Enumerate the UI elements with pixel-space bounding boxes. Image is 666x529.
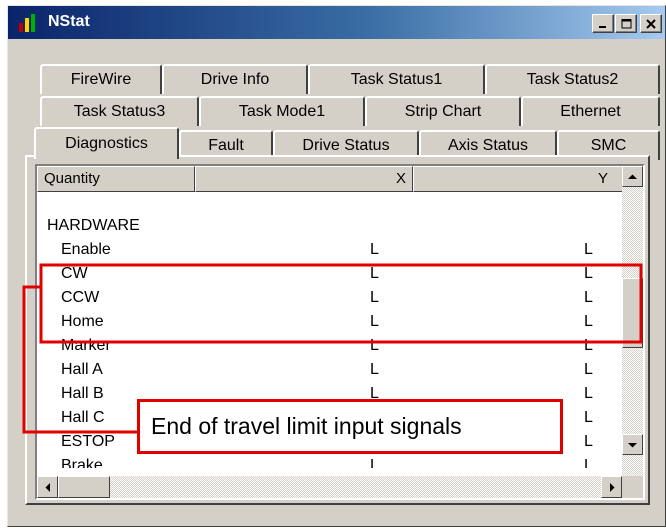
close-icon	[646, 18, 656, 29]
table-row[interactable]: Brake L L	[37, 454, 622, 468]
row-quantity: Hall A	[61, 361, 103, 378]
tab-task-status3[interactable]: Task Status3	[40, 96, 199, 126]
row-y-value: L	[584, 289, 593, 306]
callout-label: End of travel limit input signals	[137, 399, 563, 454]
scroll-down-arrow-icon	[628, 442, 637, 447]
row-y-value: L	[584, 313, 593, 330]
tab-diagnostics[interactable]: Diagnostics	[34, 127, 179, 159]
maximize-button[interactable]	[615, 14, 637, 33]
row-quantity: Marker	[61, 337, 111, 354]
table-row[interactable]: Marker L L	[37, 334, 622, 358]
row-quantity: Home	[61, 313, 104, 330]
row-x-value: L	[370, 265, 379, 282]
column-header-x[interactable]: X	[195, 166, 413, 192]
column-header-y[interactable]: Y	[413, 166, 637, 192]
minimize-icon	[599, 25, 606, 28]
tab-ethernet[interactable]: Ethernet	[521, 96, 660, 126]
row-quantity: CCW	[61, 289, 100, 306]
scroll-right-button[interactable]	[601, 476, 622, 498]
tab-strip-chart[interactable]: Strip Chart	[365, 96, 521, 126]
scrollbar-corner	[622, 476, 643, 498]
scroll-down-button[interactable]	[622, 434, 643, 455]
row-quantity: Hall B	[61, 385, 104, 402]
row-y-value: L	[584, 241, 593, 258]
row-x-value: L	[370, 241, 379, 258]
row-quantity: Brake	[61, 457, 103, 468]
tab-task-status1[interactable]: Task Status1	[308, 64, 485, 94]
scroll-right-arrow-icon	[609, 482, 614, 492]
tab-strip: FireWire Drive Info Task Status1 Task St…	[8, 39, 665, 167]
scroll-up-arrow-icon	[628, 174, 637, 179]
row-x-value: L	[370, 457, 379, 468]
close-button[interactable]	[640, 14, 662, 33]
scroll-left-arrow-icon	[45, 482, 50, 492]
row-x-value: L	[370, 289, 379, 306]
table-row[interactable]: CCW L L	[37, 286, 622, 310]
title-bar[interactable]: NStat	[8, 6, 665, 39]
window-title: NStat	[48, 13, 90, 30]
vertical-scrollbar[interactable]	[622, 166, 643, 476]
app-chart-icon	[19, 14, 35, 32]
scroll-left-button[interactable]	[37, 476, 58, 498]
column-header-quantity[interactable]: Quantity	[37, 166, 195, 192]
row-y-value: L	[584, 409, 593, 426]
minimize-button[interactable]	[592, 14, 614, 33]
tab-firewire[interactable]: FireWire	[40, 64, 162, 94]
table-row[interactable]: CW L L	[37, 262, 622, 286]
maximize-icon	[621, 18, 631, 28]
tab-drive-info[interactable]: Drive Info	[162, 64, 308, 94]
row-y-value: L	[584, 385, 593, 402]
row-y-value: L	[584, 265, 593, 282]
row-quantity: Hall C	[61, 409, 105, 426]
row-x-value: L	[370, 361, 379, 378]
row-y-value: L	[584, 361, 593, 378]
row-quantity: CW	[61, 265, 88, 282]
horizontal-scroll-thumb[interactable]	[58, 476, 110, 498]
row-quantity: Enable	[61, 241, 111, 258]
table-row[interactable]: Hall A L L	[37, 358, 622, 382]
table-row[interactable]: HARDWARE	[37, 214, 622, 238]
row-x-value: L	[370, 313, 379, 330]
vertical-scroll-thumb[interactable]	[622, 278, 643, 348]
row-quantity: HARDWARE	[47, 217, 140, 234]
row-y-value: L	[584, 457, 593, 468]
tab-task-mode1[interactable]: Task Mode1	[199, 96, 365, 126]
row-y-value: L	[584, 433, 593, 450]
table-row[interactable]: Enable L L	[37, 238, 622, 262]
horizontal-scrollbar[interactable]	[37, 476, 622, 498]
row-quantity: ESTOP	[61, 433, 115, 450]
row-x-value: L	[370, 337, 379, 354]
scroll-up-button[interactable]	[622, 166, 643, 187]
tab-task-status2[interactable]: Task Status2	[485, 64, 660, 94]
table-row[interactable]: Home L L	[37, 310, 622, 334]
row-y-value: L	[584, 337, 593, 354]
